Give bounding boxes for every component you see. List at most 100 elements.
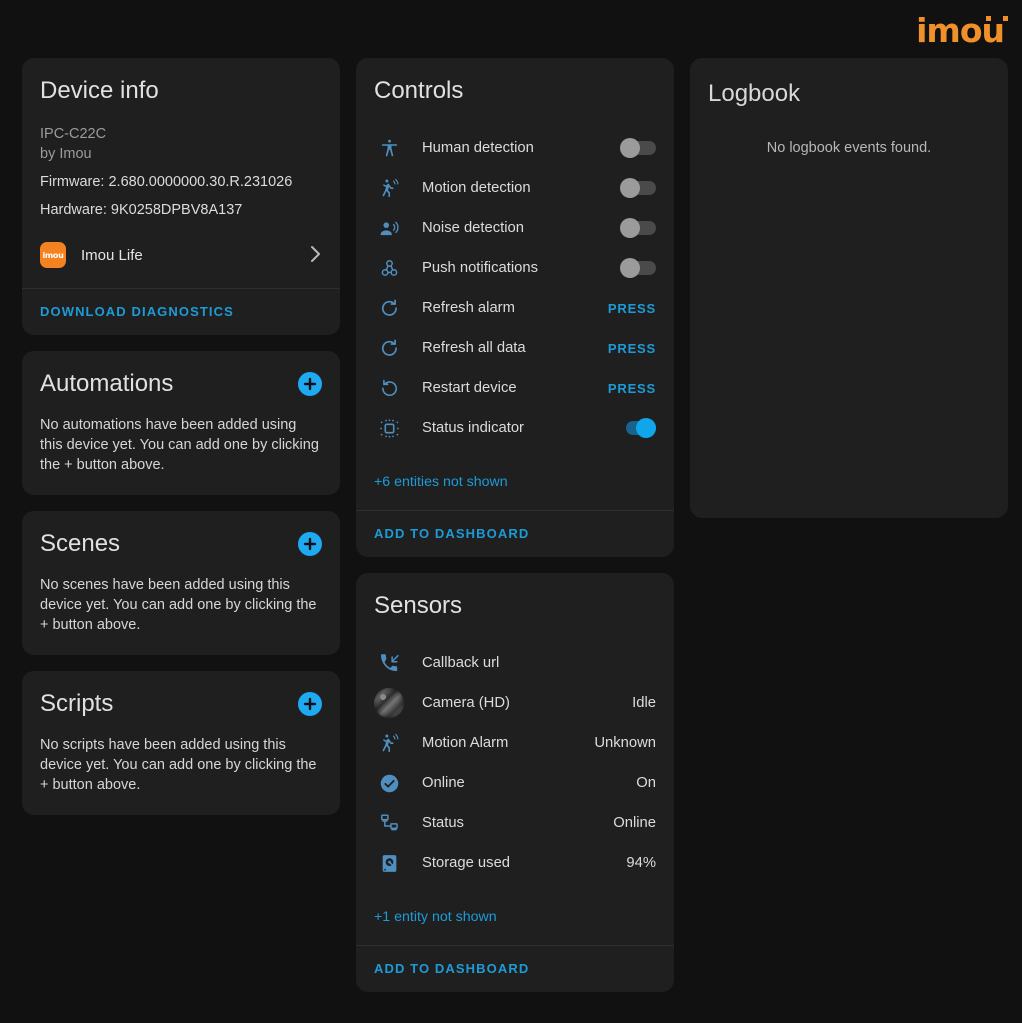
add-script-button[interactable] [298,692,322,716]
entity-name: Status [422,815,613,831]
scenes-empty-text: No scenes have been added using this dev… [40,575,322,635]
automations-card: Automations No automations have been add… [22,351,340,495]
table-row[interactable]: Status indicator [374,408,656,448]
logbook-title: Logbook [690,58,1008,108]
logbook-card: Logbook No logbook events found. [690,58,1008,518]
table-row[interactable]: Motion detection [374,168,656,208]
refresh-icon [374,298,404,319]
download-diagnostics-button[interactable]: DOWNLOAD DIAGNOSTICS [40,304,234,319]
controls-add-to-dashboard-button[interactable]: ADD TO DASHBOARD [374,526,529,541]
add-automation-button[interactable] [298,372,322,396]
entity-name: Motion detection [422,180,620,196]
lan-network-icon [374,813,404,834]
entity-name: Online [422,775,636,791]
motion-detection-toggle[interactable] [620,178,656,198]
entity-value: On [636,775,656,791]
sensors-card: Sensors Callback url Camera (HD) [356,573,674,992]
table-row[interactable]: Callback url [374,643,656,683]
device-info-title: Device info [40,76,322,106]
human-detection-icon [374,138,404,159]
imou-logo-text: imo [916,14,981,48]
refresh-icon [374,338,404,359]
status-indicator-icon [374,418,404,439]
motion-detection-icon [374,178,404,199]
controls-entities-not-shown[interactable]: +6 entities not shown [374,474,656,490]
device-info-footer: DOWNLOAD DIAGNOSTICS [22,288,340,335]
table-row[interactable]: Motion Alarm Unknown [374,723,656,763]
table-row[interactable]: Push notifications [374,248,656,288]
plus-icon [303,537,317,551]
entity-name: Human detection [422,140,620,156]
controls-footer: ADD TO DASHBOARD [356,510,674,557]
entity-value: 94% [626,855,656,871]
noise-detection-toggle[interactable] [620,218,656,238]
human-detection-toggle[interactable] [620,138,656,158]
scenes-card: Scenes No scenes have been added using t… [22,511,340,655]
table-row[interactable]: Camera (HD) Idle [374,683,656,723]
entity-name: Refresh alarm [422,300,608,316]
table-row[interactable]: Storage used 94% [374,843,656,883]
refresh-all-data-press-button[interactable]: PRESS [608,341,656,356]
controls-rows: Human detection Motion detection [374,128,656,448]
noise-detection-icon [374,218,404,239]
camera-thumbnail [374,688,404,718]
entity-name: Storage used [422,855,626,871]
entity-name: Callback url [422,655,656,671]
device-info-card: Device info IPC-C22C by Imou Firmware: 2… [22,58,340,335]
webhook-icon [374,258,404,279]
table-row[interactable]: Refresh alarm PRESS [374,288,656,328]
right-column: Logbook No logbook events found. [690,58,1008,518]
scripts-empty-text: No scripts have been added using this de… [40,735,322,795]
sensors-entities-not-shown[interactable]: +1 entity not shown [374,909,656,925]
middle-column: Controls Human detection [356,58,674,992]
entity-name: Push notifications [422,260,620,276]
device-manufacturer: by Imou [40,144,322,164]
table-row[interactable]: Human detection [374,128,656,168]
entity-name: Noise detection [422,220,620,236]
sensors-add-to-dashboard-button[interactable]: ADD TO DASHBOARD [374,961,529,976]
table-row[interactable]: Noise detection [374,208,656,248]
cards-columns: Device info IPC-C22C by Imou Firmware: 2… [22,58,1008,992]
sensors-rows: Callback url Camera (HD) Idle [374,643,656,883]
status-indicator-toggle[interactable] [620,418,656,438]
automations-empty-text: No automations have been added using thi… [40,415,322,475]
entity-name: Refresh all data [422,340,608,356]
motion-detection-icon [374,733,404,754]
imou-life-badge-icon: imou [40,242,66,268]
controls-card: Controls Human detection [356,58,674,557]
device-firmware: Firmware: 2.680.0000000.30.R.231026 [40,172,322,192]
scripts-title: Scripts [40,689,113,719]
plus-icon [303,697,317,711]
harddisk-icon [374,853,404,874]
entity-value: Idle [632,695,656,711]
push-notifications-toggle[interactable] [620,258,656,278]
entity-name: Camera (HD) [422,695,632,711]
add-scene-button[interactable] [298,532,322,556]
entity-name: Status indicator [422,420,620,436]
table-row[interactable]: Restart device PRESS [374,368,656,408]
imou-logo-dots [986,16,1008,21]
device-model: IPC-C22C [40,124,322,144]
integration-link-imou-life[interactable]: imou Imou Life [40,242,322,268]
restart-icon [374,378,404,399]
table-row[interactable]: Refresh all data PRESS [374,328,656,368]
check-circle-icon [374,773,404,794]
controls-title: Controls [374,76,656,106]
refresh-alarm-press-button[interactable]: PRESS [608,301,656,316]
plus-icon [303,377,317,391]
logbook-empty-text: No logbook events found. [690,140,1008,156]
entity-name: Restart device [422,380,608,396]
device-page: imo u Device info IPC-C22C by Imou Firmw… [0,0,1022,1023]
sensors-footer: ADD TO DASHBOARD [356,945,674,992]
scenes-title: Scenes [40,529,120,559]
restart-device-press-button[interactable]: PRESS [608,381,656,396]
table-row[interactable]: Online On [374,763,656,803]
table-row[interactable]: Status Online [374,803,656,843]
chevron-right-icon [310,245,322,266]
imou-logo: imo u [916,14,1004,48]
imou-logo-u: u [982,14,1005,48]
entity-value: Online [613,815,656,831]
device-hardware: Hardware: 9K0258DPBV8A137 [40,200,322,220]
automations-title: Automations [40,369,173,399]
sensors-title: Sensors [374,591,656,621]
